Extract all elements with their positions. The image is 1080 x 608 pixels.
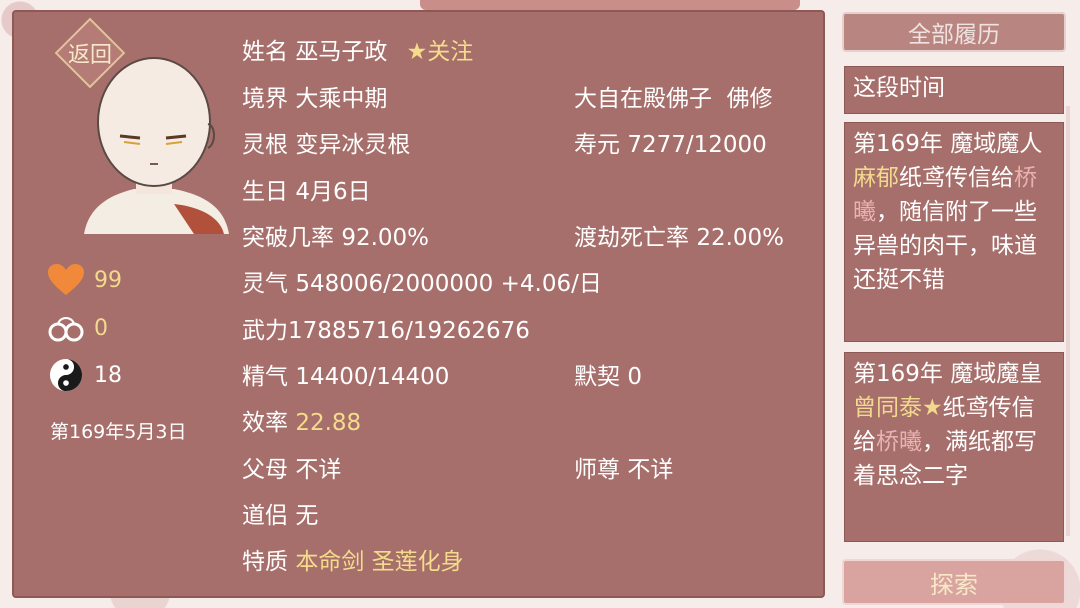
efficiency-row: 效率 22.88 — [242, 410, 362, 436]
traits-row: 特质 本命剑 圣莲化身 — [242, 549, 464, 575]
game-date: 第169年5月3日 — [50, 421, 187, 443]
parents-row: 父母 不详 — [242, 457, 342, 483]
star-icon: ★ — [406, 39, 428, 65]
history-panel: 全部履历 这段时间 第169年 魔域魔人麻郁纸鸢传信给桥曦，随信附了一些异兽的肉… — [838, 10, 1070, 608]
birthday-row: 生日 4月6日 — [242, 179, 371, 205]
spirit-root-row: 灵根 变异冰灵根 — [242, 132, 411, 158]
tribulation-row: 渡劫死亡率 22.00% — [574, 225, 785, 251]
force-row: 武力17885716/19262676 — [242, 318, 530, 344]
bond-stat: 0 — [48, 312, 108, 344]
favor-stat: 99 — [48, 264, 122, 296]
lifespan-row: 寿元 7277/12000 — [574, 132, 767, 158]
qi-row: 灵气 548006/2000000 +4.06/日 — [242, 271, 602, 297]
master-row: 师尊 不详 — [574, 457, 674, 483]
realm-row: 境界 大乘中期 — [242, 86, 388, 112]
history-card: 第169年 魔域魔人麻郁纸鸢传信给桥曦，随信附了一些异兽的肉干，味道还挺不错 — [844, 122, 1064, 342]
breakthrough-row: 突破几率 92.00% — [242, 225, 430, 251]
follow-button[interactable]: ★关注 — [407, 39, 474, 65]
handcuffs-icon — [48, 317, 84, 342]
explore-button[interactable]: 探索 — [842, 559, 1066, 605]
title-row: 大自在殿佛子 佛修 — [574, 86, 773, 112]
history-card: 第169年 魔域魔皇曾同泰★纸鸢传信给桥曦，满纸都写着思念二字 — [844, 352, 1064, 542]
top-tab-strip — [420, 0, 800, 10]
history-card: 这段时间 — [844, 66, 1064, 114]
partner-row: 道侣 无 — [242, 503, 319, 529]
heart-icon — [48, 264, 84, 295]
name-row: 姓名 巫马子政 ★关注 — [242, 39, 474, 65]
character-portrait — [84, 57, 229, 234]
yin-yang-icon — [49, 358, 83, 392]
history-scrollbar[interactable] — [1066, 106, 1070, 536]
tacit-row: 默契 0 — [574, 364, 642, 390]
all-history-button[interactable]: 全部履历 — [842, 12, 1066, 52]
essence-row: 精气 14400/14400 — [242, 364, 450, 390]
yinyang-stat: 18 — [48, 358, 122, 392]
character-panel: 返回 99 0 18 第169年5月3日 姓名 巫马子政 ★关注 境界 大乘中期… — [12, 10, 825, 598]
